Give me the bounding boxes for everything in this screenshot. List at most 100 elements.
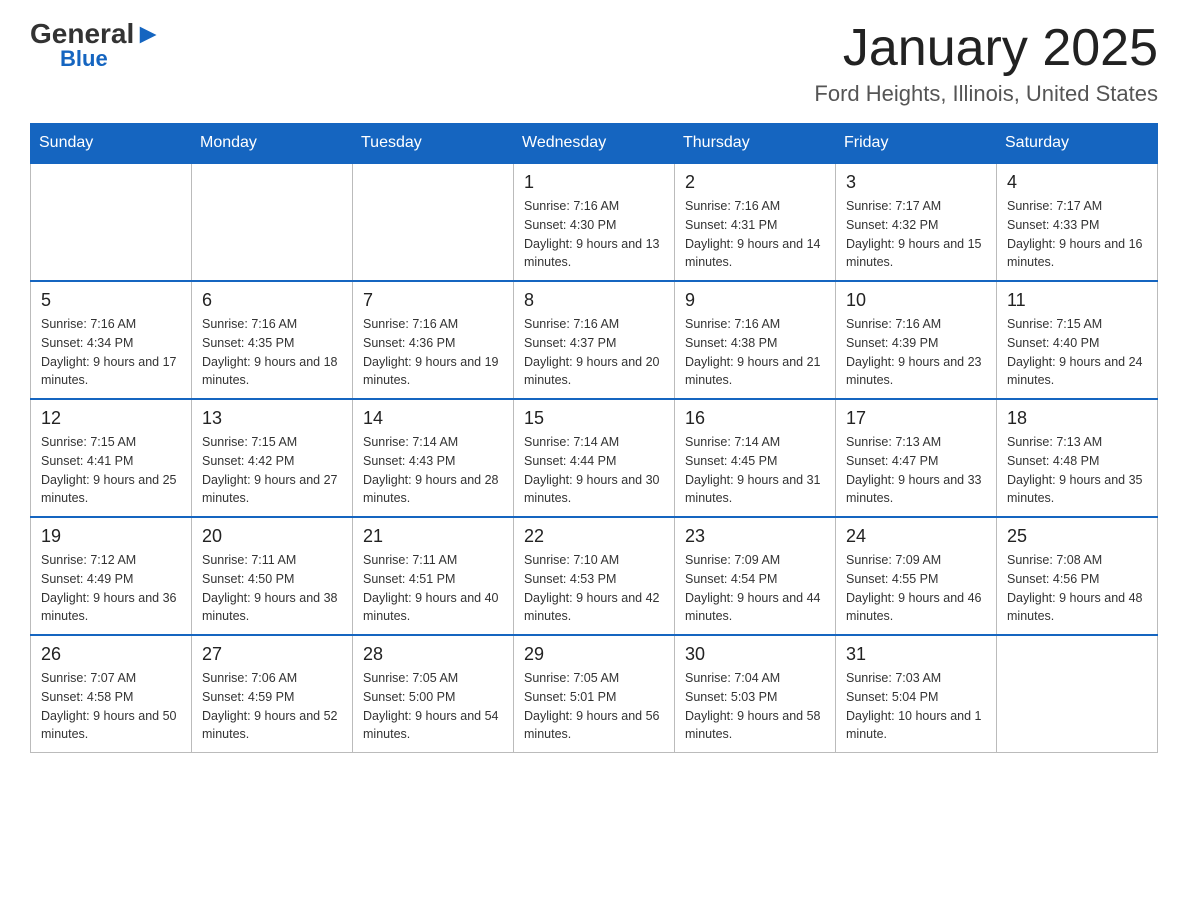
table-row: 18 Sunrise: 7:13 AM Sunset: 4:48 PM Dayli… xyxy=(997,399,1158,517)
day-info: Sunrise: 7:16 AM Sunset: 4:31 PM Dayligh… xyxy=(685,197,825,272)
day-number: 26 xyxy=(41,644,181,665)
table-row: 23 Sunrise: 7:09 AM Sunset: 4:54 PM Dayli… xyxy=(675,517,836,635)
day-info: Sunrise: 7:16 AM Sunset: 4:39 PM Dayligh… xyxy=(846,315,986,390)
table-row: 17 Sunrise: 7:13 AM Sunset: 4:47 PM Dayli… xyxy=(836,399,997,517)
day-number: 4 xyxy=(1007,172,1147,193)
day-info: Sunrise: 7:05 AM Sunset: 5:00 PM Dayligh… xyxy=(363,669,503,744)
table-row: 10Sunrise: 7:16 AM Sunset: 4:39 PM Dayli… xyxy=(836,281,997,399)
day-info: Sunrise: 7:07 AM Sunset: 4:58 PM Dayligh… xyxy=(41,669,181,744)
day-number: 15 xyxy=(524,408,664,429)
col-sunday: Sunday xyxy=(31,124,192,164)
day-info: Sunrise: 7:16 AM Sunset: 4:36 PM Dayligh… xyxy=(363,315,503,390)
day-number: 12 xyxy=(41,408,181,429)
table-row: 16 Sunrise: 7:14 AM Sunset: 4:45 PM Dayli… xyxy=(675,399,836,517)
day-number: 17 xyxy=(846,408,986,429)
day-number: 20 xyxy=(202,526,342,547)
day-number: 21 xyxy=(363,526,503,547)
table-row: 7 Sunrise: 7:16 AM Sunset: 4:36 PM Daylig… xyxy=(353,281,514,399)
calendar-week-row: 1 Sunrise: 7:16 AM Sunset: 4:30 PM Daylig… xyxy=(31,163,1158,281)
day-number: 31 xyxy=(846,644,986,665)
table-row: 9 Sunrise: 7:16 AM Sunset: 4:38 PM Daylig… xyxy=(675,281,836,399)
day-info: Sunrise: 7:17 AM Sunset: 4:32 PM Dayligh… xyxy=(846,197,986,272)
day-number: 3 xyxy=(846,172,986,193)
day-number: 29 xyxy=(524,644,664,665)
table-row: 5 Sunrise: 7:16 AM Sunset: 4:34 PM Daylig… xyxy=(31,281,192,399)
col-tuesday: Tuesday xyxy=(353,124,514,164)
day-info: Sunrise: 7:16 AM Sunset: 4:35 PM Dayligh… xyxy=(202,315,342,390)
day-number: 1 xyxy=(524,172,664,193)
calendar-week-row: 5 Sunrise: 7:16 AM Sunset: 4:34 PM Daylig… xyxy=(31,281,1158,399)
table-row: 3 Sunrise: 7:17 AM Sunset: 4:32 PM Daylig… xyxy=(836,163,997,281)
col-thursday: Thursday xyxy=(675,124,836,164)
day-info: Sunrise: 7:11 AM Sunset: 4:51 PM Dayligh… xyxy=(363,551,503,626)
day-info: Sunrise: 7:17 AM Sunset: 4:33 PM Dayligh… xyxy=(1007,197,1147,272)
day-info: Sunrise: 7:13 AM Sunset: 4:47 PM Dayligh… xyxy=(846,433,986,508)
col-saturday: Saturday xyxy=(997,124,1158,164)
day-info: Sunrise: 7:15 AM Sunset: 4:42 PM Dayligh… xyxy=(202,433,342,508)
table-row: 26 Sunrise: 7:07 AM Sunset: 4:58 PM Dayli… xyxy=(31,635,192,753)
table-row: 14Sunrise: 7:14 AM Sunset: 4:43 PM Dayli… xyxy=(353,399,514,517)
table-row: 15 Sunrise: 7:14 AM Sunset: 4:44 PM Dayli… xyxy=(514,399,675,517)
day-info: Sunrise: 7:16 AM Sunset: 4:37 PM Dayligh… xyxy=(524,315,664,390)
day-number: 27 xyxy=(202,644,342,665)
table-row: 12Sunrise: 7:15 AM Sunset: 4:41 PM Dayli… xyxy=(31,399,192,517)
calendar-week-row: 26 Sunrise: 7:07 AM Sunset: 4:58 PM Dayli… xyxy=(31,635,1158,753)
day-number: 30 xyxy=(685,644,825,665)
day-number: 7 xyxy=(363,290,503,311)
day-info: Sunrise: 7:16 AM Sunset: 4:34 PM Dayligh… xyxy=(41,315,181,390)
day-info: Sunrise: 7:04 AM Sunset: 5:03 PM Dayligh… xyxy=(685,669,825,744)
day-info: Sunrise: 7:13 AM Sunset: 4:48 PM Dayligh… xyxy=(1007,433,1147,508)
table-row: 22 Sunrise: 7:10 AM Sunset: 4:53 PM Dayli… xyxy=(514,517,675,635)
day-info: Sunrise: 7:09 AM Sunset: 4:54 PM Dayligh… xyxy=(685,551,825,626)
day-number: 8 xyxy=(524,290,664,311)
day-info: Sunrise: 7:03 AM Sunset: 5:04 PM Dayligh… xyxy=(846,669,986,744)
table-row: 21 Sunrise: 7:11 AM Sunset: 4:51 PM Dayli… xyxy=(353,517,514,635)
table-row xyxy=(31,163,192,281)
logo-general-text: General► xyxy=(30,20,162,48)
table-row: 8 Sunrise: 7:16 AM Sunset: 4:37 PM Daylig… xyxy=(514,281,675,399)
calendar-subtitle: Ford Heights, Illinois, United States xyxy=(814,81,1158,107)
day-number: 6 xyxy=(202,290,342,311)
day-number: 19 xyxy=(41,526,181,547)
table-row: 28 Sunrise: 7:05 AM Sunset: 5:00 PM Dayli… xyxy=(353,635,514,753)
day-info: Sunrise: 7:10 AM Sunset: 4:53 PM Dayligh… xyxy=(524,551,664,626)
title-block: January 2025 Ford Heights, Illinois, Uni… xyxy=(814,20,1158,107)
calendar-week-row: 19Sunrise: 7:12 AM Sunset: 4:49 PM Dayli… xyxy=(31,517,1158,635)
day-number: 5 xyxy=(41,290,181,311)
table-row: 2 Sunrise: 7:16 AM Sunset: 4:31 PM Daylig… xyxy=(675,163,836,281)
day-number: 9 xyxy=(685,290,825,311)
table-row: 31 Sunrise: 7:03 AM Sunset: 5:04 PM Dayli… xyxy=(836,635,997,753)
day-number: 2 xyxy=(685,172,825,193)
day-info: Sunrise: 7:16 AM Sunset: 4:30 PM Dayligh… xyxy=(524,197,664,272)
calendar-table: Sunday Monday Tuesday Wednesday Thursday… xyxy=(30,123,1158,753)
day-info: Sunrise: 7:14 AM Sunset: 4:45 PM Dayligh… xyxy=(685,433,825,508)
day-number: 18 xyxy=(1007,408,1147,429)
table-row: 27 Sunrise: 7:06 AM Sunset: 4:59 PM Dayli… xyxy=(192,635,353,753)
table-row: 30 Sunrise: 7:04 AM Sunset: 5:03 PM Dayli… xyxy=(675,635,836,753)
day-number: 13 xyxy=(202,408,342,429)
table-row: 20Sunrise: 7:11 AM Sunset: 4:50 PM Dayli… xyxy=(192,517,353,635)
table-row xyxy=(353,163,514,281)
day-info: Sunrise: 7:16 AM Sunset: 4:38 PM Dayligh… xyxy=(685,315,825,390)
logo-blue-text: Blue xyxy=(60,46,108,72)
day-number: 11 xyxy=(1007,290,1147,311)
day-number: 28 xyxy=(363,644,503,665)
day-number: 16 xyxy=(685,408,825,429)
table-row: 24 Sunrise: 7:09 AM Sunset: 4:55 PM Dayli… xyxy=(836,517,997,635)
table-row: 25Sunrise: 7:08 AM Sunset: 4:56 PM Dayli… xyxy=(997,517,1158,635)
table-row xyxy=(192,163,353,281)
calendar-title: January 2025 xyxy=(814,20,1158,77)
day-info: Sunrise: 7:05 AM Sunset: 5:01 PM Dayligh… xyxy=(524,669,664,744)
col-wednesday: Wednesday xyxy=(514,124,675,164)
table-row: 1 Sunrise: 7:16 AM Sunset: 4:30 PM Daylig… xyxy=(514,163,675,281)
day-number: 22 xyxy=(524,526,664,547)
day-info: Sunrise: 7:06 AM Sunset: 4:59 PM Dayligh… xyxy=(202,669,342,744)
day-number: 14 xyxy=(363,408,503,429)
calendar-header-row: Sunday Monday Tuesday Wednesday Thursday… xyxy=(31,124,1158,164)
day-info: Sunrise: 7:14 AM Sunset: 4:44 PM Dayligh… xyxy=(524,433,664,508)
day-number: 25 xyxy=(1007,526,1147,547)
day-info: Sunrise: 7:09 AM Sunset: 4:55 PM Dayligh… xyxy=(846,551,986,626)
day-number: 23 xyxy=(685,526,825,547)
table-row xyxy=(997,635,1158,753)
day-number: 24 xyxy=(846,526,986,547)
